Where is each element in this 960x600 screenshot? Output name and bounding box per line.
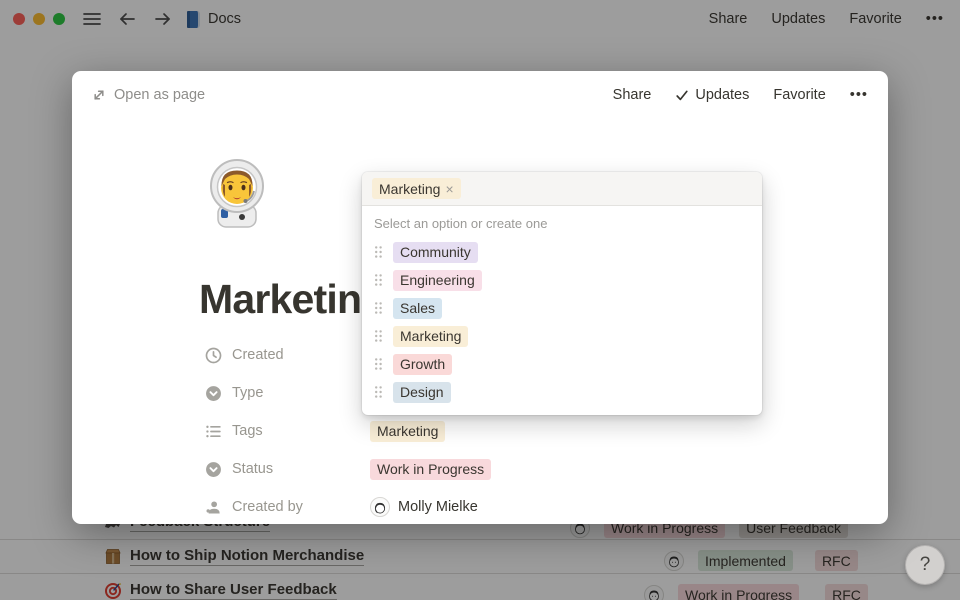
drag-handle-icon[interactable] <box>374 357 383 371</box>
tag-select-input[interactable]: Marketing × <box>362 172 762 206</box>
open-as-page-button[interactable]: Open as page <box>92 87 205 103</box>
expand-icon <box>92 88 106 102</box>
dropdown-hint-text: Select an option or create one <box>362 206 762 235</box>
person-icon <box>204 499 222 516</box>
property-row-tags[interactable]: Tags Marketing <box>204 412 764 450</box>
option-tag: Sales <box>393 298 442 319</box>
check-icon <box>675 89 689 102</box>
tags-value-tag[interactable]: Marketing <box>370 421 445 442</box>
drag-handle-icon[interactable] <box>374 329 383 343</box>
more-options-button[interactable]: ••• <box>850 87 868 103</box>
dropdown-option-sales[interactable]: Sales <box>362 294 762 322</box>
updates-label: Updates <box>695 87 749 103</box>
help-button[interactable]: ? <box>905 545 945 585</box>
selected-tag-chip[interactable]: Marketing × <box>372 178 461 199</box>
favorite-button[interactable]: Favorite <box>773 87 825 103</box>
property-label: Tags <box>232 423 263 439</box>
updates-button[interactable]: Updates <box>675 87 749 103</box>
property-label: Created <box>232 347 284 363</box>
list-icon <box>204 423 222 440</box>
drag-handle-icon[interactable] <box>374 385 383 399</box>
drag-handle-icon[interactable] <box>374 245 383 259</box>
select-icon <box>204 461 222 478</box>
selected-tag-label: Marketing <box>379 182 440 196</box>
property-row-status[interactable]: Status Work in Progress <box>204 450 764 488</box>
created-by-value[interactable]: Molly Mielke <box>398 499 478 515</box>
option-tag: Growth <box>393 354 452 375</box>
dropdown-option-growth[interactable]: Growth <box>362 350 762 378</box>
tag-select-dropdown: Marketing × Select an option or create o… <box>362 172 762 415</box>
property-label: Status <box>232 461 273 477</box>
option-tag: Marketing <box>393 326 468 347</box>
drag-handle-icon[interactable] <box>374 273 383 287</box>
dropdown-options-list: Community Engineering Sales Marketing <box>362 235 762 415</box>
dropdown-option-engineering[interactable]: Engineering <box>362 266 762 294</box>
property-row-created-by[interactable]: Created by Molly Mielke <box>204 488 764 526</box>
status-value-tag[interactable]: Work in Progress <box>370 459 491 480</box>
modal-header: Open as page Share Updates Favorite ••• <box>72 71 888 119</box>
molly-mielke-avatar <box>370 497 390 517</box>
dropdown-option-design[interactable]: Design <box>362 378 762 406</box>
modal-menu: Share Updates Favorite ••• <box>613 87 868 103</box>
clock-icon <box>204 347 222 364</box>
dropdown-option-marketing[interactable]: Marketing <box>362 322 762 350</box>
share-button[interactable]: Share <box>613 87 652 103</box>
help-question-icon: ? <box>920 554 931 576</box>
option-tag: Design <box>393 382 451 403</box>
open-as-page-label: Open as page <box>114 87 205 103</box>
option-tag: Engineering <box>393 270 482 291</box>
property-label: Type <box>232 385 263 401</box>
dropdown-option-community[interactable]: Community <box>362 238 762 266</box>
page-title[interactable]: Marketing <box>199 276 385 323</box>
option-tag: Community <box>393 242 478 263</box>
app-window: Docs Share Updates Favorite ••• Feedback… <box>0 0 960 600</box>
select-icon <box>204 385 222 402</box>
drag-handle-icon[interactable] <box>374 301 383 315</box>
property-label: Created by <box>232 499 303 515</box>
page-emoji-woman-astronaut[interactable] <box>202 157 272 229</box>
remove-tag-icon[interactable]: × <box>445 182 453 196</box>
